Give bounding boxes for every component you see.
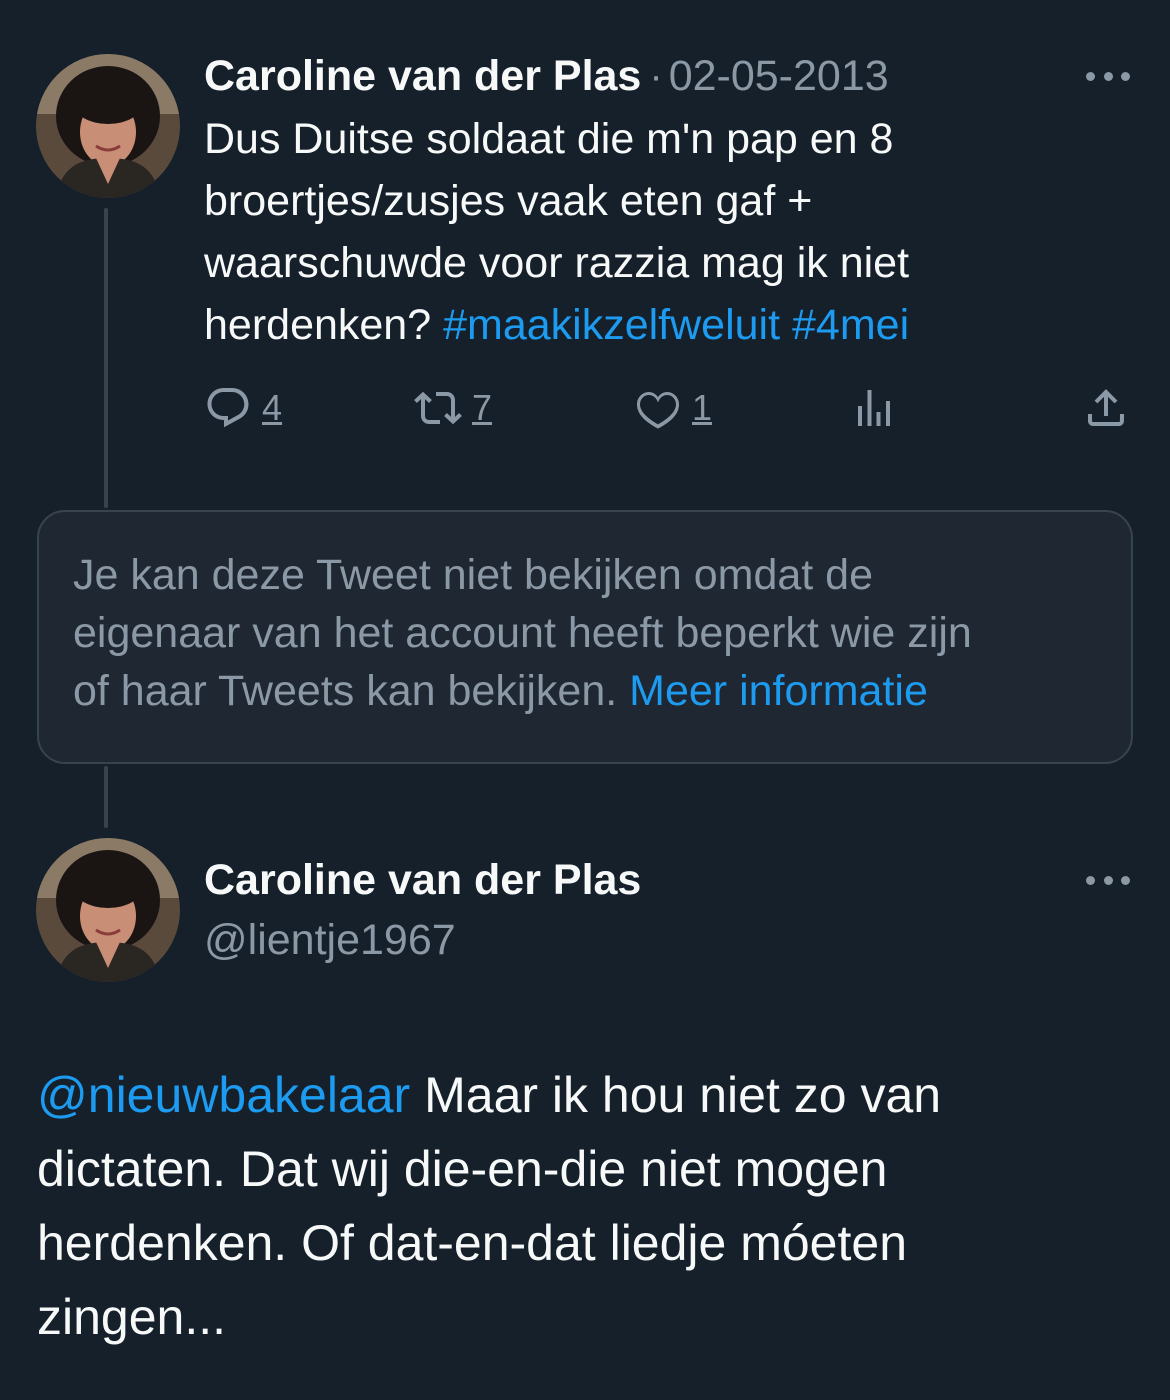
notice-text-line: Je kan deze Tweet niet bekijken omdat de [73,551,873,599]
author-handle[interactable]: @lientje1967 [204,910,456,970]
tweet-text-fragment: herdenken? [204,301,432,349]
header-separator: · [649,53,663,98]
more-options-icon[interactable] [1086,873,1130,887]
reply-button[interactable]: 4 [204,384,282,432]
more-options-icon[interactable] [1086,69,1130,83]
tweet-text: @nieuwbakelaar Maar ik hou niet zo van d… [37,1058,1137,1354]
tweet-text-fragment: Maar ik hou niet zo van [424,1067,942,1123]
more-info-link[interactable]: Meer informatie [629,667,928,715]
thread-connector-line [104,208,108,508]
retweet-button[interactable]: 7 [414,384,492,432]
tweet-actions: 4 7 1 [0,384,1170,432]
tweet-date[interactable]: 02-05-2013 [669,52,889,101]
avatar-photo [36,838,180,982]
heart-icon [637,391,679,429]
tweet-thread: Caroline van der Plas · 02-05-2013 Dus D… [0,0,1170,1400]
tweet-text-line: Dus Duitse soldaat die m'n pap en 8 [204,115,894,163]
mention-link[interactable]: @nieuwbakelaar [37,1067,410,1123]
reply-count: 4 [262,387,283,428]
restricted-tweet-notice: Je kan deze Tweet niet bekijken omdat de… [37,510,1133,764]
notice-text-fragment: of haar Tweets kan bekijken. [73,667,618,715]
tweet-text-line-last: herdenken? #maakikzelfweluit #4mei [204,294,1104,356]
share-icon [1088,389,1124,426]
author-avatar[interactable] [36,54,180,198]
tweet-text-line: herdenken. Of dat-en-dat liedje móeten [37,1215,907,1271]
views-icon [858,390,890,426]
author-name[interactable]: Caroline van der Plas [204,850,641,910]
retweet-icon [414,391,462,425]
notice-text-line: eigenaar van het account heeft beperkt w… [73,609,972,657]
share-button[interactable] [1082,384,1130,432]
notice-text-line-last: of haar Tweets kan bekijken. Meer inform… [73,662,1097,720]
tweet-text-line: dictaten. Dat wij die-en-die niet mogen [37,1141,888,1197]
author-name[interactable]: Caroline van der Plas [204,52,641,101]
tweet-text-line: zingen... [37,1289,227,1345]
retweet-count: 7 [472,387,493,428]
tweet-text-line-first: @nieuwbakelaar Maar ik hou niet zo van [37,1058,1137,1132]
tweet-text: Dus Duitse soldaat die m'n pap en 8 broe… [204,108,1104,356]
like-count: 1 [692,387,713,428]
like-button[interactable]: 1 [634,384,712,432]
hashtag-link[interactable]: #maakikzelfweluit [443,301,780,349]
reply-icon [207,388,249,428]
tweet-text-line: broertjes/zusjes vaak eten gaf + [204,177,813,225]
tweet-header: Caroline van der Plas · 02-05-2013 [204,46,889,106]
views-button[interactable] [850,384,898,432]
author-avatar[interactable] [36,838,180,982]
thread-connector-line [104,766,108,828]
avatar-photo [36,54,180,198]
tweet-text-line: waarschuwde voor razzia mag ik niet [204,239,910,287]
hashtag-link[interactable]: #4mei [792,301,909,349]
